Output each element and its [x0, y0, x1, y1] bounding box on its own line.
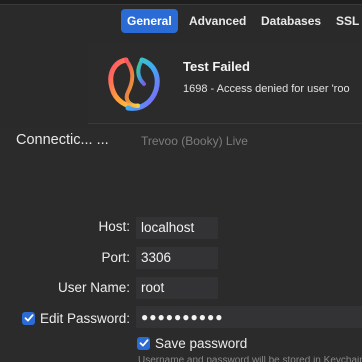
save-password-label: Save password	[155, 335, 248, 351]
host-label: Host:	[98, 219, 130, 234]
app-logo-icon	[104, 52, 164, 118]
keychain-hint: Username and password will be stored in …	[138, 356, 362, 362]
alert-message: 1698 - Access denied for user 'roo	[183, 83, 350, 95]
edit-password-label: Edit Password:	[40, 310, 131, 326]
connection-name-label: Connectic... ...	[16, 132, 109, 148]
edit-password-checkbox[interactable]: Edit Password:	[22, 309, 130, 327]
checkmark-icon	[22, 311, 35, 325]
tab-ssl[interactable]: SSL	[330, 9, 362, 33]
alert-title: Test Failed	[183, 59, 250, 74]
tab-general[interactable]: General	[121, 9, 178, 33]
tab-advanced[interactable]: Advanced	[183, 9, 252, 33]
test-failed-alert: Test Failed 1698 - Access denied for use…	[88, 42, 362, 124]
username-label: User Name:	[57, 280, 130, 295]
port-label: Port:	[101, 250, 130, 265]
checkmark-icon	[137, 336, 150, 350]
tab-databases[interactable]: Databases	[255, 9, 327, 33]
password-field[interactable]: ●●●●●●●●●●	[136, 306, 362, 328]
connection-name-field[interactable]: Trevoo (Booky) Live	[136, 134, 362, 148]
username-field[interactable]: root	[136, 277, 218, 299]
window-top-strip	[0, 0, 362, 5]
save-password-checkbox[interactable]: Save password	[137, 334, 247, 352]
port-field[interactable]: 3306	[136, 247, 218, 269]
tab-bar: General Advanced Databases SSL	[0, 9, 362, 35]
host-field[interactable]: localhost	[136, 217, 218, 239]
